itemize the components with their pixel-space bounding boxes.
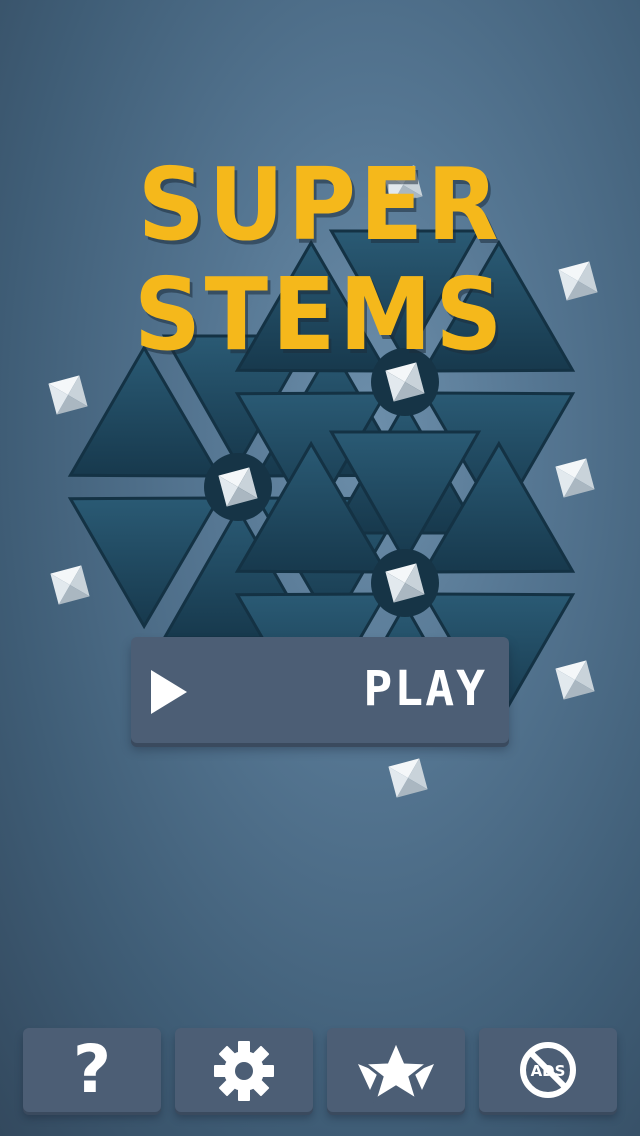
board-gem [555, 458, 595, 498]
star-icon [358, 1038, 434, 1104]
question-mark-icon: ? [72, 1031, 112, 1108]
rate-button[interactable] [327, 1028, 465, 1112]
gear-icon [214, 1041, 274, 1101]
play-icon [151, 670, 187, 714]
play-button-label: PLAY [363, 661, 487, 717]
board-gem [388, 758, 428, 798]
title-line-2: STEMS [133, 256, 507, 373]
play-button[interactable]: PLAY [131, 637, 509, 743]
board-gem [50, 565, 90, 605]
remove-ads-button[interactable]: ADS [479, 1028, 617, 1112]
board-gem [48, 375, 88, 415]
board-gem [555, 660, 595, 700]
help-button[interactable]: ? [23, 1028, 161, 1112]
title-line-1: SUPER [137, 146, 503, 263]
settings-button[interactable] [175, 1028, 313, 1112]
no-ads-icon: ADS [520, 1042, 576, 1098]
